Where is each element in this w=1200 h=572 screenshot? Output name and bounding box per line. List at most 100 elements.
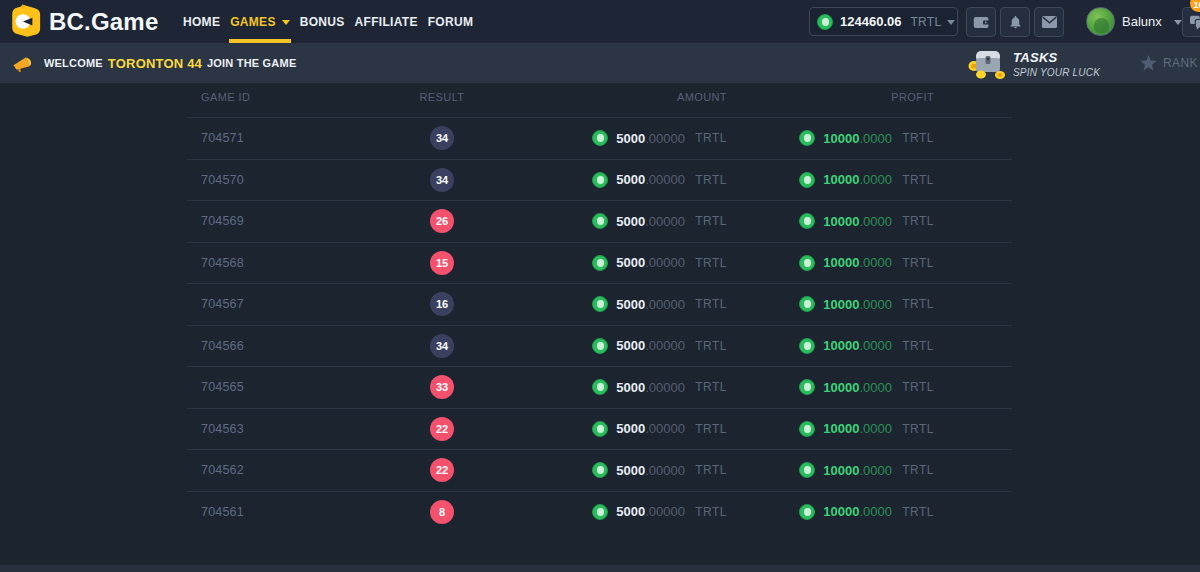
nav-home[interactable]: HOME: [178, 0, 225, 43]
main-nav: HOME GAMES BONUS AFFILIATE FORUM: [178, 0, 478, 43]
table-row[interactable]: 704570 34 5000.00000 TRTL 10000.0000 TRT…: [187, 159, 1012, 201]
trtl-coin-icon: [799, 130, 815, 146]
amount-currency: TRTL: [695, 380, 727, 394]
amount-currency: TRTL: [695, 339, 727, 353]
amount-int: 5000: [616, 380, 645, 395]
profit-dec: .0000: [859, 255, 892, 270]
welcome-username: TORONTON 44: [108, 56, 202, 71]
brand-logo[interactable]: BC.Game: [10, 4, 158, 39]
bets-table: GAME ID RESULT AMOUNT PROFIT 704571 34 5…: [187, 83, 1012, 532]
table-row[interactable]: 704566 34 5000.00000 TRTL 10000.0000 TRT…: [187, 325, 1012, 367]
amount-dec: .00000: [645, 172, 685, 187]
nav-affiliate[interactable]: AFFILIATE: [350, 0, 423, 43]
rank-star-icon: [1140, 55, 1157, 71]
chevron-down-icon: [947, 20, 955, 25]
wallet-button[interactable]: [966, 7, 996, 37]
tasks-chest-icon[interactable]: [967, 48, 1007, 79]
profit-currency: TRTL: [902, 214, 934, 228]
profit-dec: .0000: [859, 421, 892, 436]
game-id: 704568: [187, 256, 377, 270]
active-nav-underline: [229, 39, 291, 43]
nav-bonus[interactable]: BONUS: [295, 0, 350, 43]
result-badge: 34: [430, 126, 454, 150]
profit-dec: .0000: [859, 338, 892, 353]
table-row[interactable]: 704569 26 5000.00000 TRTL 10000.0000 TRT…: [187, 200, 1012, 242]
header-game-id: GAME ID: [187, 91, 377, 103]
profit-currency: TRTL: [902, 173, 934, 187]
amount-int: 5000: [616, 172, 645, 187]
amount-dec: .00000: [645, 463, 685, 478]
chevron-down-icon: [282, 20, 290, 25]
game-id: 704570: [187, 173, 377, 187]
profit-dec: .0000: [859, 214, 892, 229]
amount-cell: 5000.00000 TRTL: [507, 130, 727, 146]
trtl-coin-icon: [592, 462, 608, 478]
balance-selector[interactable]: 124460.06 TRTL: [809, 7, 958, 36]
table-row[interactable]: 704562 22 5000.00000 TRTL 10000.0000 TRT…: [187, 449, 1012, 491]
profit-int: 10000: [823, 380, 859, 395]
profit-currency: TRTL: [902, 422, 934, 436]
profit-cell: 10000.0000 TRTL: [727, 421, 934, 437]
amount-int: 5000: [616, 297, 645, 312]
trtl-coin-icon: [799, 504, 815, 520]
tasks-widget[interactable]: TASKS SPIN YOUR LUCK: [1013, 50, 1100, 78]
table-row[interactable]: 704563 22 5000.00000 TRTL 10000.0000 TRT…: [187, 408, 1012, 450]
profit-cell: 10000.0000 TRTL: [727, 172, 934, 188]
envelope-icon: [1042, 16, 1057, 28]
notifications-button[interactable]: [1000, 7, 1030, 37]
header-profit: PROFIT: [727, 91, 934, 103]
trtl-coin-icon: [592, 296, 608, 312]
trtl-coin-icon: [592, 255, 608, 271]
trtl-coin-icon: [592, 504, 608, 520]
result-badge: 26: [430, 209, 454, 233]
profit-dec: .0000: [859, 463, 892, 478]
trtl-coin-icon: [592, 421, 608, 437]
trtl-coin-icon: [799, 296, 815, 312]
amount-int: 5000: [616, 338, 645, 353]
amount-dec: .00000: [645, 421, 685, 436]
result-badge: 8: [430, 500, 454, 524]
user-menu-caret[interactable]: [1168, 0, 1182, 43]
nav-forum[interactable]: FORUM: [423, 0, 479, 43]
rank-widget[interactable]: RANK: [1140, 43, 1198, 83]
profit-cell: 10000.0000 TRTL: [727, 130, 934, 146]
amount-cell: 5000.00000 TRTL: [507, 296, 727, 312]
brand-name: BC.Game: [49, 8, 158, 36]
nav-games[interactable]: GAMES: [225, 0, 295, 43]
table-row[interactable]: 704561 8 5000.00000 TRTL 10000.0000 TRTL: [187, 491, 1012, 533]
profit-dec: .0000: [859, 297, 892, 312]
profit-cell: 10000.0000 TRTL: [727, 504, 934, 520]
mail-button[interactable]: [1034, 7, 1064, 37]
table-row[interactable]: 704571 34 5000.00000 TRTL 10000.0000 TRT…: [187, 117, 1012, 159]
profit-cell: 10000.0000 TRTL: [727, 255, 934, 271]
profit-int: 10000: [823, 131, 859, 146]
top-navbar: BC.Game HOME GAMES BONUS AFFILIATE FORUM…: [0, 0, 1200, 43]
megaphone-icon: [12, 54, 32, 72]
table-row[interactable]: 704565 33 5000.00000 TRTL 10000.0000 TRT…: [187, 366, 1012, 408]
game-id: 704565: [187, 380, 377, 394]
user-avatar[interactable]: [1086, 7, 1115, 36]
result-badge: 34: [430, 334, 454, 358]
footer-strip: [0, 565, 1200, 572]
game-id: 704571: [187, 131, 377, 145]
table-body: 704571 34 5000.00000 TRTL 10000.0000 TRT…: [187, 117, 1012, 532]
bell-icon: [1008, 14, 1023, 30]
amount-dec: .00000: [645, 338, 685, 353]
game-id: 704567: [187, 297, 377, 311]
trtl-coin-icon: [592, 213, 608, 229]
profit-int: 10000: [823, 421, 859, 436]
table-row[interactable]: 704568 15 5000.00000 TRTL 10000.0000 TRT…: [187, 242, 1012, 284]
trtl-coin-icon: [817, 14, 833, 30]
trtl-coin-icon: [592, 338, 608, 354]
tasks-subtitle: SPIN YOUR LUCK: [1013, 67, 1100, 78]
amount-int: 5000: [616, 214, 645, 229]
result-badge: 22: [430, 417, 454, 441]
username[interactable]: Balunx: [1122, 0, 1162, 43]
amount-int: 5000: [616, 131, 645, 146]
amount-cell: 5000.00000 TRTL: [507, 172, 727, 188]
profit-cell: 10000.0000 TRTL: [727, 462, 934, 478]
table-row[interactable]: 704567 16 5000.00000 TRTL 10000.0000 TRT…: [187, 283, 1012, 325]
welcome-message: WELCOME TORONTON 44 JOIN THE GAME: [44, 43, 296, 83]
amount-currency: TRTL: [695, 131, 727, 145]
profit-cell: 10000.0000 TRTL: [727, 338, 934, 354]
